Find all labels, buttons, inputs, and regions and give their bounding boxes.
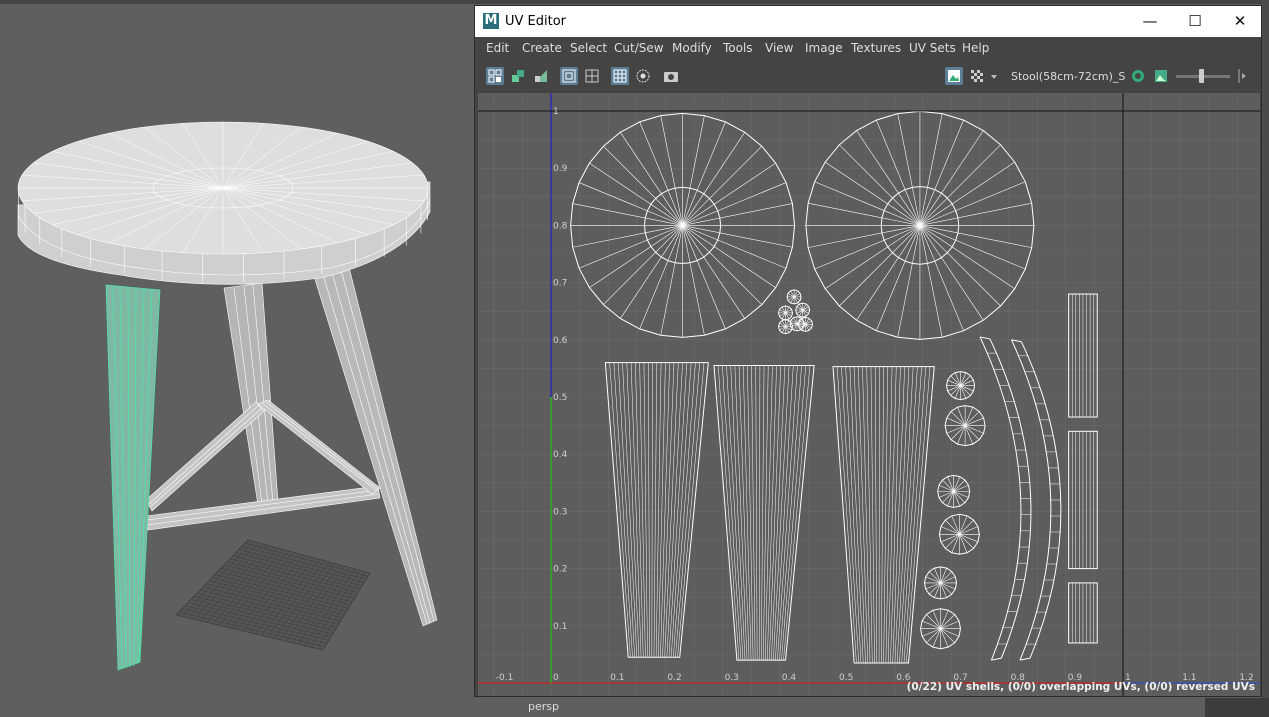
frame-selected-icon[interactable] [583, 67, 601, 85]
menu-select[interactable]: Select [570, 41, 607, 55]
leg-uv-shell-1[interactable] [604, 362, 709, 658]
dropdown-icon[interactable] [989, 67, 999, 85]
u-tick-label: 0.2 [667, 673, 681, 683]
window-title: UV Editor [505, 14, 567, 29]
more-icon[interactable] [1236, 67, 1250, 85]
v-tick-label: 1 [553, 107, 559, 117]
leg-end-uv-shell-3[interactable] [938, 513, 980, 555]
cap-uv-shell-2[interactable] [795, 302, 811, 318]
zoom-slider-thumb[interactable] [1199, 69, 1204, 83]
v-tick-label: 0.7 [553, 279, 567, 289]
camera-label: persp [528, 700, 559, 713]
image-icon[interactable] [1152, 67, 1170, 85]
cap-uv-shell-0[interactable] [786, 289, 802, 305]
menu-create[interactable]: Create [522, 41, 562, 55]
menu-view[interactable]: View [765, 41, 793, 55]
leg-uv-shell-2[interactable] [713, 365, 815, 661]
selected-front-leg [105, 284, 161, 671]
rail-uv-shell-2[interactable] [1068, 582, 1098, 644]
soft-select-icon[interactable] [634, 67, 652, 85]
v-tick-label: 0.2 [553, 565, 567, 575]
grid-icon[interactable] [611, 67, 629, 85]
stretcher-uv-shell-1[interactable] [979, 336, 1032, 661]
v-tick-label: 0.4 [553, 450, 568, 460]
u-tick-label: 0.5 [839, 673, 853, 683]
u-tick-label: 0.1 [610, 673, 624, 683]
cap-uv-shell-4[interactable] [777, 319, 794, 335]
leg-end-uv-shell-4[interactable] [923, 566, 958, 600]
select-uv-shell-icon[interactable] [486, 67, 504, 85]
v-tick-label: 0.6 [553, 336, 568, 346]
v-tick-label: 0.8 [553, 221, 568, 231]
rgb-channel-icon[interactable] [1129, 67, 1147, 85]
v-tick-label: 0.3 [553, 507, 567, 517]
menu-bar: Edit Create Select Cut/Sew Modify Tools … [475, 38, 1261, 60]
stool-model-wireframe[interactable] [0, 0, 474, 717]
rail-uv-shell-1[interactable] [1068, 430, 1098, 570]
select-mode-icon[interactable] [509, 67, 527, 85]
frame-all-icon[interactable] [560, 67, 578, 85]
stretcher-uv-shell-2[interactable] [1011, 339, 1062, 661]
leg-end-uv-shell-0[interactable] [946, 371, 976, 401]
menu-tools[interactable]: Tools [723, 41, 753, 55]
close-button[interactable]: ✕ [1217, 6, 1263, 37]
uv-texture-canvas[interactable]: -0.1 0 0.1 0.2 0.3 0.4 0.5 0.6 0.7 0.8 0.9 1 1.1 1.2 0… [478, 93, 1260, 696]
leg-end-uv-shell-2[interactable] [937, 474, 971, 508]
menu-modify[interactable]: Modify [672, 41, 712, 55]
leg-end-uv-shell-5[interactable] [919, 608, 962, 650]
right-panel-edge [1262, 0, 1269, 717]
maya-app-icon: M [483, 13, 499, 29]
image-display-icon[interactable] [945, 67, 963, 85]
menu-uv-sets[interactable]: UV Sets [909, 41, 956, 55]
back-leg [223, 282, 279, 506]
seat-top-uv-shell[interactable] [570, 112, 796, 338]
menu-textures[interactable]: Textures [851, 41, 901, 55]
leg-end-uv-shell-1[interactable] [944, 405, 986, 447]
uv-set-name[interactable]: Stool(58cm-72cm)_Sto [1011, 67, 1125, 86]
seat-bottom-uv-shell[interactable] [805, 110, 1035, 340]
v-tick-label: 0.9 [553, 164, 568, 174]
toolbar: Stool(58cm-72cm)_Sto [475, 61, 1261, 92]
u-tick-label: 0.3 [725, 673, 739, 683]
checker-icon[interactable] [968, 67, 986, 85]
menu-image[interactable]: Image [805, 41, 843, 55]
uv-layout[interactable]: -0.1 0 0.1 0.2 0.3 0.4 0.5 0.6 0.7 0.8 0.9 1 1.1 1.20… [478, 93, 1260, 696]
uv-status-message: (0/22) UV shells, (0/0) overlapping UVs,… [906, 681, 1255, 693]
u-tick-label: -0.1 [496, 673, 514, 683]
menu-cut-sew[interactable]: Cut/Sew [614, 41, 664, 55]
u-tick-label: 0.4 [782, 673, 797, 683]
u-tick-label: 0 [553, 673, 559, 683]
title-bar[interactable]: M UV Editor — ☐ ✕ [475, 6, 1261, 37]
minimize-button[interactable]: — [1127, 6, 1173, 37]
snapshot-icon[interactable] [662, 67, 680, 85]
rail-uv-shell-0[interactable] [1068, 293, 1098, 418]
cap-uv-shell-1[interactable] [777, 305, 794, 321]
v-tick-label: 0.5 [553, 393, 567, 403]
cap-uv-shell-5[interactable] [797, 316, 814, 332]
timeline-scroll-area[interactable] [1205, 698, 1269, 717]
leg-uv-shell-3[interactable] [832, 366, 935, 664]
v-tick-label: 0.1 [553, 622, 567, 632]
maximize-button[interactable]: ☐ [1172, 6, 1218, 37]
move-icon[interactable] [532, 67, 550, 85]
stool-seat [17, 121, 431, 285]
uv-editor-window[interactable]: M UV Editor — ☐ ✕ Edit Create Select Cut… [474, 5, 1262, 697]
menu-edit[interactable]: Edit [486, 41, 509, 55]
menu-help[interactable]: Help [962, 41, 989, 55]
